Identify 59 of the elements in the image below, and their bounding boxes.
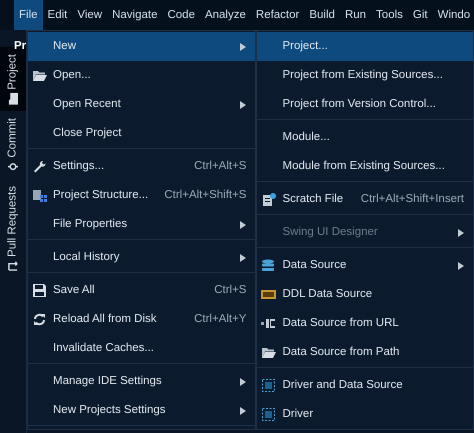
menu-bar-item[interactable]: View [72, 0, 108, 30]
menu-bar-item[interactable]: Code [162, 0, 200, 30]
shortcut-text: Ctrl+Alt+Shift+Insert [360, 192, 464, 207]
menu-item[interactable]: Open Recent [28, 90, 256, 119]
commit-icon [8, 160, 18, 173]
menu-bar-item[interactable]: Tools [371, 0, 408, 30]
menu-item[interactable]: Module... [257, 123, 473, 152]
menu-item[interactable]: File Properties [28, 210, 256, 239]
folder-icon [8, 93, 18, 106]
project-structure-icon [32, 189, 47, 202]
menu-bar-item[interactable]: Navigate [107, 0, 162, 30]
database-icon [261, 259, 276, 272]
driver-icon [261, 408, 276, 421]
menu-item[interactable]: Project from Existing Sources... [257, 61, 473, 90]
menu-item[interactable]: Open... [28, 61, 256, 90]
menu-item[interactable]: Settings... Ctrl+Alt+S [28, 152, 256, 181]
folder-icon [261, 346, 276, 359]
menu-item[interactable]: Data Source from Path [257, 338, 473, 367]
menu-item[interactable]: Project... [257, 32, 473, 61]
menu-item[interactable]: Save All Ctrl+S [28, 276, 256, 305]
menu-item[interactable]: Project from Version Control... [257, 90, 473, 119]
menu-item[interactable]: Scratch File Ctrl+Alt+Shift+Insert [257, 185, 473, 214]
menu-item[interactable]: Close Project [28, 119, 256, 148]
wrench-icon [32, 160, 47, 173]
menu-bar-item[interactable]: Run [340, 0, 372, 30]
menu-item[interactable]: New Projects Settings [28, 396, 256, 425]
folder-icon [32, 69, 47, 82]
menu-bar-item[interactable]: Git [408, 0, 433, 30]
scratch-file-icon [261, 193, 276, 206]
menu-bar-item[interactable]: Edit [42, 0, 72, 30]
save-icon [32, 284, 47, 297]
menu-item[interactable]: Reload All from Disk Ctrl+Alt+Y [28, 305, 256, 334]
shortcut-text: Ctrl+Alt+S [193, 158, 246, 174]
tool-window-tab[interactable]: Commit [0, 111, 26, 179]
driver-icon [261, 379, 276, 392]
menu-bar-item[interactable]: Windo [432, 0, 474, 30]
menu-item[interactable]: Data Source [257, 251, 473, 280]
menu-bar-item[interactable]: File [14, 0, 43, 30]
ddl-icon [261, 288, 276, 301]
menu-item[interactable]: Project Structure... Ctrl+Alt+Shift+S [28, 181, 256, 210]
menu-item[interactable]: DDL Data Source [257, 280, 473, 309]
shortcut-text: Ctrl+S [213, 282, 246, 298]
reload-icon [32, 313, 47, 326]
menu-item[interactable]: Local History [28, 243, 256, 272]
menu-item[interactable]: Driver and Data Source [257, 371, 473, 400]
menu-item[interactable]: Invalidate Caches... [28, 334, 256, 363]
menu-bar-item[interactable]: Analyze [200, 0, 251, 30]
menu-item[interactable]: Module from Existing Sources... [257, 152, 473, 181]
menu-bar-item[interactable]: Refactor [250, 0, 304, 30]
shortcut-text: Ctrl+Alt+Shift+S [163, 188, 246, 203]
menu-item[interactable]: Manage IDE Settings [28, 367, 256, 396]
menu-item[interactable]: Driver [257, 400, 473, 429]
menu-bar-item[interactable]: Build [304, 0, 340, 30]
shortcut-text: Ctrl+Alt+Y [193, 312, 246, 327]
pull-request-icon [8, 260, 18, 272]
menu-item[interactable]: Data Source from URL [257, 309, 473, 338]
menu-item[interactable]: New [28, 32, 256, 61]
plug-icon [261, 317, 276, 330]
tool-window-tab[interactable]: Pull Requests [0, 178, 26, 278]
